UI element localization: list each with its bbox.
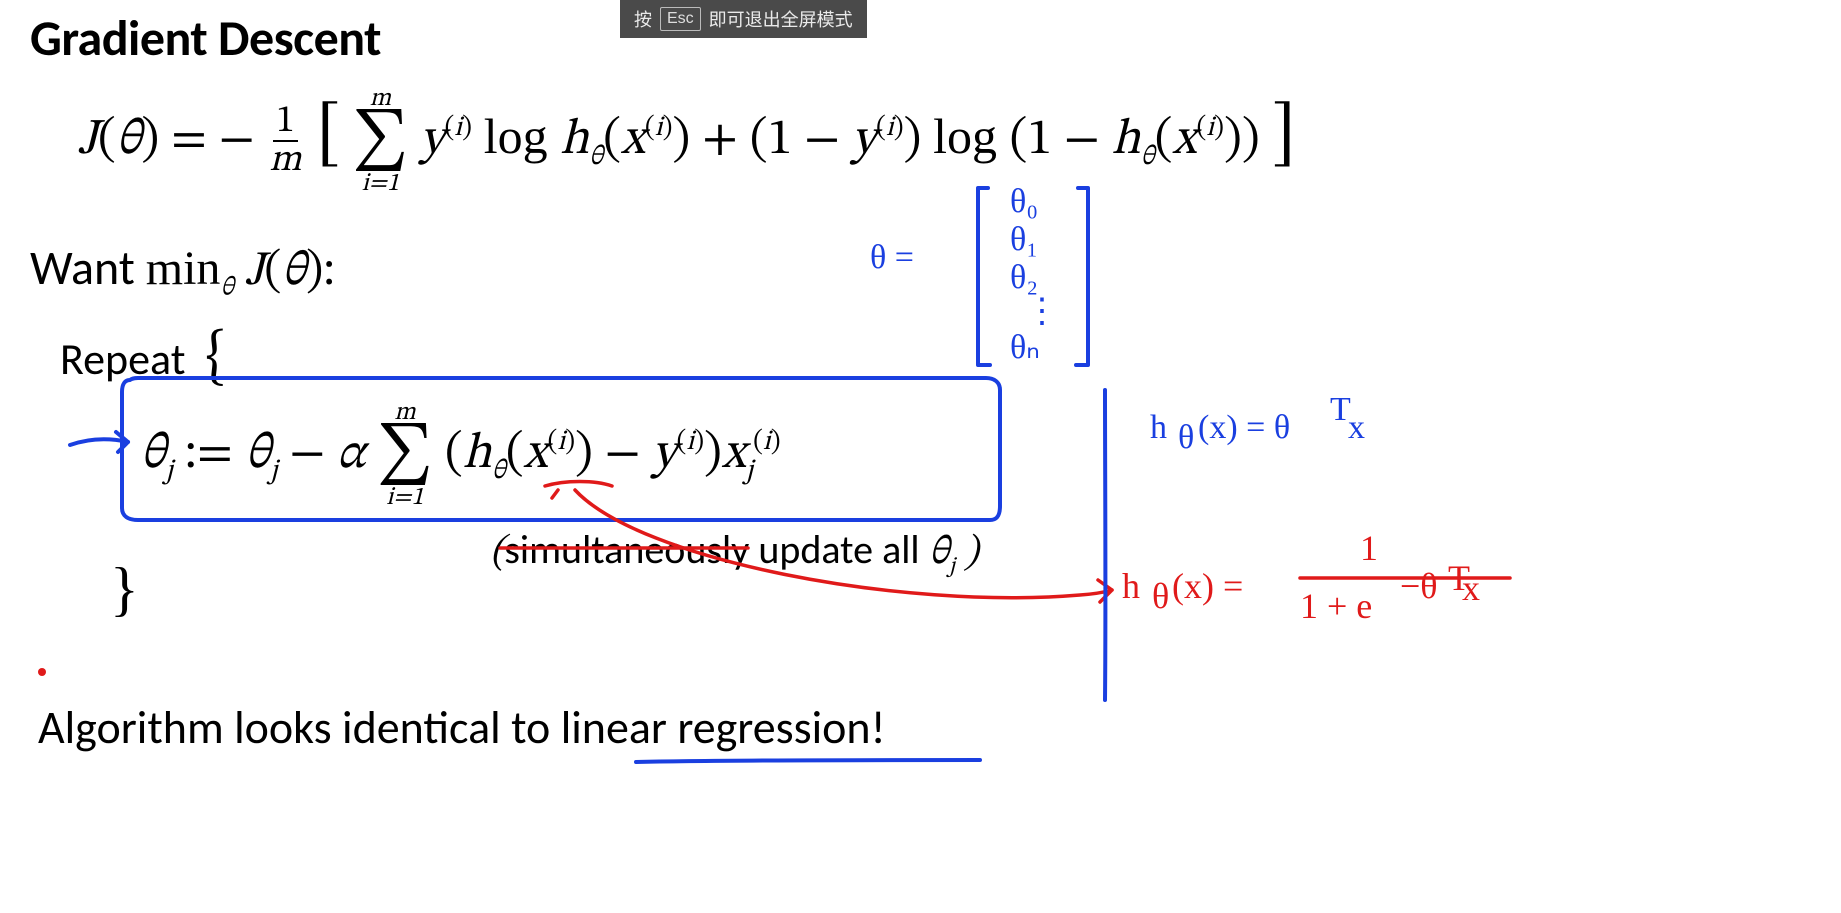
hint-key: Esc <box>660 7 701 31</box>
algorithm-identical-line: Algorithm looks identical to linear regr… <box>38 700 886 756</box>
repeat-close: } <box>110 555 139 624</box>
simultaneously-update-note: (simultaneously update all θj ) <box>490 525 979 581</box>
gradient-update-equation: θj := θj − α m ∑ i=1 (hθ(x(i)) − y(i))xj… <box>140 400 781 510</box>
sum2-upper: m <box>394 400 415 425</box>
slide-title: Gradient Descent <box>30 8 381 69</box>
hint-prefix: 按 <box>634 6 652 32</box>
want-prefix: Want <box>30 238 146 297</box>
want-min-line: Want minθ J(θ): <box>30 238 335 306</box>
hint-suffix: 即可退出全屏模式 <box>709 6 853 32</box>
sum-upper: m <box>370 86 391 111</box>
fullscreen-exit-hint: 按 Esc 即可退出全屏模式 <box>620 0 867 38</box>
sum2-lower: i=1 <box>386 485 424 510</box>
repeat-open: Repeat { <box>60 320 225 397</box>
frac-den: m <box>266 142 304 180</box>
cost-function-equation: J(θ) = − 1 m [ m ∑ i=1 y(i) log hθ(x(i))… <box>78 86 1296 196</box>
sum-lower: i=1 <box>362 171 400 196</box>
frac-num: 1 <box>273 103 298 143</box>
